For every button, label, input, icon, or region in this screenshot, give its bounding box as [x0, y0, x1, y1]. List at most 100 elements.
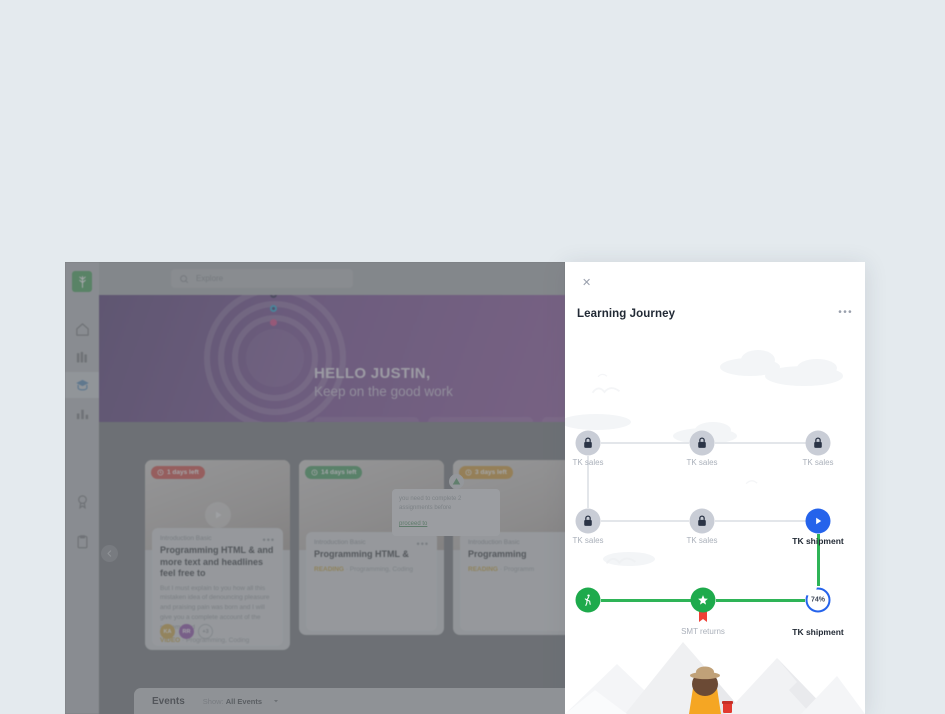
chevron-left-icon [107, 550, 112, 557]
play-icon[interactable] [204, 502, 231, 528]
journey-node-label: TK shipment [792, 536, 844, 546]
card-type: READING [314, 565, 344, 573]
learning-journey-panel: ✕ Learning Journey ••• TK sales TK sales… [565, 262, 865, 714]
clock-icon [311, 469, 318, 476]
app-topbar: Explore [99, 262, 565, 295]
edge [601, 442, 689, 444]
lock-icon [698, 515, 706, 526]
lock-icon [584, 515, 592, 526]
card-kicker: Introduction Basic [314, 539, 366, 546]
search-icon [180, 274, 189, 283]
stat-pill-assignments[interactable]: Assignments 8/10 [314, 417, 419, 422]
lock-icon [584, 437, 592, 448]
avatar-overflow[interactable]: +3 [198, 624, 213, 639]
journey-node-label: TK shipment [792, 627, 844, 637]
card-tags: Programming, Coding [349, 565, 414, 573]
screenshot-stage: Explore HELLO JUSTIN, Keep on the good w… [0, 0, 945, 714]
hero-subtitle: Keep on the good work [314, 384, 453, 399]
card-meta: READING · Programm [468, 565, 535, 573]
page-title: HELLO JUSTIN, [314, 365, 431, 382]
events-filter-value: All Events [225, 696, 263, 706]
course-card-featured[interactable]: 1 days left ••• Introduction Basic Progr… [145, 460, 290, 650]
card-type: READING [468, 565, 498, 573]
journey-node-start[interactable] [575, 587, 601, 613]
collapse-sidebar-button[interactable] [101, 545, 118, 562]
sidebar-rail [65, 262, 99, 714]
sidebar-item-library[interactable] [71, 346, 93, 368]
edge-active [716, 599, 805, 602]
journey-node-label: TK sales [572, 536, 604, 545]
journey-node-locked[interactable] [805, 430, 831, 456]
edge-active [601, 599, 691, 602]
badge-text: 3 days left [475, 469, 507, 476]
search-input[interactable]: Explore [171, 269, 353, 288]
chevron-down-icon[interactable] [272, 697, 280, 705]
warning-triangle-icon[interactable] [449, 474, 464, 489]
edge [601, 520, 689, 522]
walking-person-icon [584, 594, 591, 606]
edge [715, 442, 806, 444]
tree-logo-icon[interactable] [72, 271, 92, 292]
events-title: Events [152, 695, 185, 707]
journey-node-locked[interactable] [689, 430, 715, 456]
journey-node-locked[interactable] [575, 430, 601, 456]
sidebar-item-analytics[interactable] [71, 402, 93, 424]
assignment-tooltip: you need to complete 2 assignments befor… [392, 489, 500, 537]
deadline-badge: 14 days left [305, 466, 363, 479]
avatar[interactable]: RR [179, 624, 194, 639]
lock-icon [814, 437, 822, 448]
card-title: Programming HTML & and more text and hea… [160, 545, 274, 579]
deadline-badge: 1 days left [151, 466, 205, 479]
journey-node-active[interactable] [805, 508, 831, 534]
card-avatars: KA RR +3 [160, 624, 213, 639]
sidebar-item-assignments[interactable] [71, 530, 93, 552]
deadline-badge: 3 days left [459, 466, 513, 479]
learning-app-window: Explore HELLO JUSTIN, Keep on the good w… [65, 262, 565, 714]
progress-ring-gap [805, 585, 817, 597]
course-card[interactable]: 3 days left Introduction Basic Programmi… [453, 460, 565, 635]
sidebar-item-achievements[interactable] [71, 490, 93, 512]
events-filter[interactable]: Show: All Events [203, 697, 262, 706]
card-kicker: Introduction Basic [160, 535, 212, 542]
journey-node-milestone[interactable] [690, 587, 716, 613]
edge [715, 520, 806, 522]
journey-node-locked[interactable] [689, 508, 715, 534]
card-kicker: Introduction Basic [468, 539, 520, 546]
more-horizontal-icon[interactable]: ••• [263, 535, 275, 545]
hiker-figure [689, 666, 733, 714]
sidebar-item-home[interactable] [71, 318, 93, 340]
star-icon [698, 595, 708, 605]
progress-value: 74% [810, 596, 825, 604]
hero-stats: Assignments 8/10 Meeting 8/10 [314, 417, 565, 422]
stat-pill-option[interactable]: Option 8/10 [542, 417, 565, 422]
journey-node-label: TK sales [686, 536, 718, 545]
events-filter-label: Show: [202, 696, 224, 706]
journey-node-locked[interactable] [575, 508, 601, 534]
card-tags: Programm [503, 565, 535, 573]
course-card-list: 1 days left ••• Introduction Basic Progr… [99, 430, 565, 650]
badge-text: 14 days left [321, 469, 357, 476]
clock-icon [465, 469, 472, 476]
hero-banner: HELLO JUSTIN, Keep on the good work Assi… [99, 295, 565, 422]
hero-decorative-rings [204, 295, 346, 422]
journey-node-label: TK sales [686, 458, 718, 467]
card-title: Programming HTML & [314, 549, 409, 559]
stat-pill-meeting[interactable]: Meeting 8/10 [428, 417, 533, 422]
sidebar-item-courses[interactable] [65, 372, 99, 398]
avatar[interactable]: KA [160, 624, 175, 639]
clock-icon [157, 469, 164, 476]
search-placeholder: Explore [196, 274, 224, 283]
tooltip-text: you need to complete 2 assignments befor… [399, 496, 462, 511]
more-horizontal-icon[interactable]: ••• [417, 539, 429, 549]
journey-node-label: SMT returns [681, 627, 725, 636]
badge-text: 1 days left [167, 469, 199, 476]
play-icon [816, 517, 822, 525]
lock-icon [698, 437, 706, 448]
course-card[interactable]: 14 days left ••• Introduction Basic Prog… [299, 460, 444, 635]
ribbon-icon [699, 611, 707, 622]
journey-node-label: TK sales [572, 458, 604, 467]
events-bar: Events Show: All Events [134, 688, 565, 714]
card-title: Programming [468, 549, 527, 559]
tooltip-link[interactable]: proceed to [399, 521, 427, 527]
hero-text: HELLO JUSTIN, Keep on the good work [314, 365, 453, 399]
